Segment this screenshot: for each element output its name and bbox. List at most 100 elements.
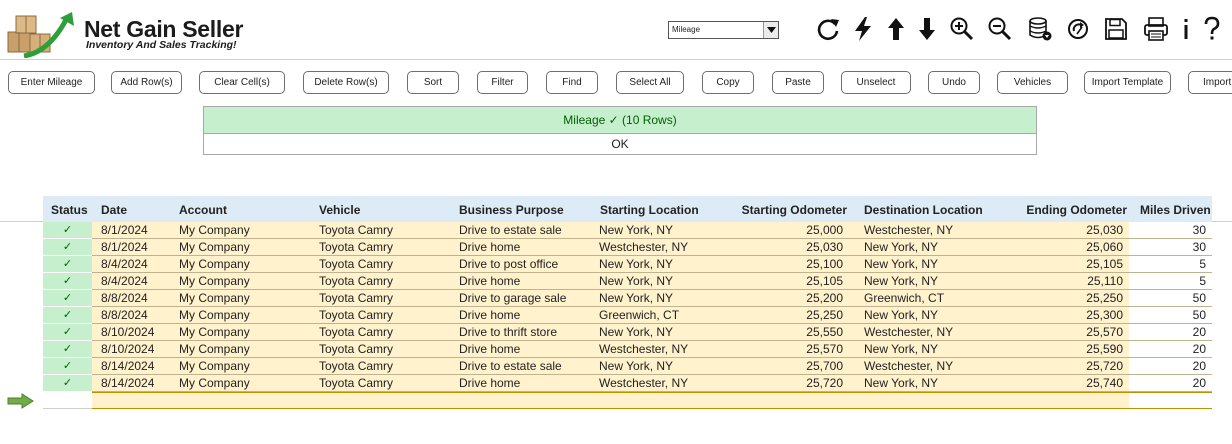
vehicle-cell[interactable]: Toyota Camry [319, 239, 393, 256]
col-miles-driven[interactable]: Miles Driven [1140, 196, 1211, 222]
starting-odometer-cell[interactable]: 25,100 [733, 256, 843, 273]
date-cell[interactable]: 8/1/2024 [101, 239, 148, 256]
account-cell[interactable]: My Company [179, 256, 250, 273]
vehicle-cell[interactable]: Toyota Camry [319, 290, 393, 307]
vehicle-cell[interactable]: Toyota Camry [319, 222, 393, 239]
ok-button[interactable]: OK [204, 134, 1036, 154]
starting-location-cell[interactable]: New York, NY [599, 256, 673, 273]
arrow-up-icon[interactable] [882, 14, 910, 44]
import-mileage-button[interactable]: Import M [1188, 71, 1232, 94]
destination-location-cell[interactable]: New York, NY [864, 273, 938, 290]
account-cell[interactable]: My Company [179, 341, 250, 358]
account-cell[interactable]: My Company [179, 290, 250, 307]
undo-button[interactable]: Undo [928, 71, 980, 94]
table-row[interactable]: ✓ 8/8/2024 My Company Toyota Camry Drive hom… [43, 307, 1212, 324]
ending-odometer-cell[interactable]: 25,570 [1003, 324, 1123, 341]
enter-mileage-button[interactable]: Enter Mileage [8, 71, 95, 94]
starting-location-cell[interactable]: Westchester, NY [599, 375, 688, 392]
paste-button[interactable]: Paste [772, 71, 824, 94]
sort-button[interactable]: Sort [407, 71, 459, 94]
business-purpose-cell[interactable]: Drive to garage sale [459, 290, 566, 307]
destination-location-cell[interactable]: New York, NY [864, 307, 938, 324]
starting-odometer-cell[interactable]: 25,550 [733, 324, 843, 341]
col-starting-location[interactable]: Starting Location [600, 196, 699, 222]
starting-location-cell[interactable]: New York, NY [599, 273, 673, 290]
status-cell[interactable]: ✓ [43, 358, 92, 375]
status-cell[interactable]: ✓ [43, 239, 92, 256]
refresh-icon[interactable] [814, 14, 842, 44]
date-cell[interactable]: 8/8/2024 [101, 307, 148, 324]
status-cell[interactable]: ✓ [43, 307, 92, 324]
lightning-icon[interactable] [849, 14, 877, 44]
print-icon[interactable] [1142, 14, 1170, 44]
business-purpose-cell[interactable]: Drive home [459, 341, 520, 358]
business-purpose-cell[interactable]: Drive home [459, 239, 520, 256]
starting-odometer-cell[interactable]: 25,720 [733, 375, 843, 392]
starting-location-cell[interactable]: New York, NY [599, 324, 673, 341]
table-row[interactable]: ✓ 8/14/2024 My Company Toyota Camry Drive ho… [43, 375, 1212, 392]
miles-driven-cell[interactable]: 5 [1129, 256, 1206, 273]
status-cell[interactable]: ✓ [43, 375, 92, 392]
status-cell[interactable]: ✓ [43, 256, 92, 273]
new-row-cells[interactable] [92, 392, 1129, 409]
starting-location-cell[interactable]: New York, NY [599, 222, 673, 239]
date-cell[interactable]: 8/14/2024 [101, 358, 154, 375]
zoom-out-icon[interactable] [986, 14, 1014, 44]
date-cell[interactable]: 8/4/2024 [101, 256, 148, 273]
miles-driven-cell[interactable]: 5 [1129, 273, 1206, 290]
table-row[interactable]: ✓ 8/14/2024 My Company Toyota Camry Drive to… [43, 358, 1212, 375]
starting-location-cell[interactable]: New York, NY [599, 358, 673, 375]
starting-odometer-cell[interactable]: 25,700 [733, 358, 843, 375]
help-icon[interactable] [1198, 14, 1226, 44]
business-purpose-cell[interactable]: Drive to post office [459, 256, 558, 273]
starting-odometer-cell[interactable]: 25,105 [733, 273, 843, 290]
destination-location-cell[interactable]: New York, NY [864, 239, 938, 256]
miles-driven-cell[interactable]: 20 [1129, 324, 1206, 341]
status-cell[interactable]: ✓ [43, 290, 92, 307]
col-date[interactable]: Date [101, 196, 127, 222]
destination-location-cell[interactable]: New York, NY [864, 375, 938, 392]
vehicles-button[interactable]: Vehicles [997, 71, 1068, 94]
ending-odometer-cell[interactable]: 25,740 [1003, 375, 1123, 392]
miles-driven-cell[interactable]: 30 [1129, 239, 1206, 256]
status-cell[interactable]: ✓ [43, 273, 92, 290]
new-row-status-cell[interactable] [43, 392, 92, 409]
vehicle-cell[interactable]: Toyota Camry [319, 273, 393, 290]
table-row[interactable]: ✓ 8/1/2024 My Company Toyota Camry Drive hom… [43, 239, 1212, 256]
clear-cells-button[interactable]: Clear Cell(s) [199, 71, 285, 94]
date-cell[interactable]: 8/8/2024 [101, 290, 148, 307]
new-row-miles-cell[interactable] [1129, 392, 1212, 409]
miles-driven-cell[interactable]: 50 [1129, 307, 1206, 324]
miles-driven-cell[interactable]: 20 [1129, 375, 1206, 392]
sheet-select[interactable]: Mileage [668, 21, 779, 39]
starting-odometer-cell[interactable]: 25,030 [733, 239, 843, 256]
destination-location-cell[interactable]: New York, NY [864, 256, 938, 273]
miles-driven-cell[interactable]: 20 [1129, 341, 1206, 358]
col-business-purpose[interactable]: Business Purpose [459, 196, 564, 222]
status-cell[interactable]: ✓ [43, 222, 92, 239]
account-cell[interactable]: My Company [179, 273, 250, 290]
filter-button[interactable]: Filter [477, 71, 528, 94]
table-row[interactable]: ✓ 8/1/2024 My Company Toyota Camry Drive to … [43, 222, 1212, 239]
destination-location-cell[interactable]: Greenwich, CT [864, 290, 944, 307]
table-row[interactable]: ✓ 8/4/2024 My Company Toyota Camry Drive hom… [43, 273, 1212, 290]
business-purpose-cell[interactable]: Drive home [459, 375, 520, 392]
import-template-button[interactable]: Import Template [1084, 71, 1171, 94]
vehicle-cell[interactable]: Toyota Camry [319, 358, 393, 375]
unselect-button[interactable]: Unselect [841, 71, 911, 94]
zoom-in-icon[interactable] [948, 14, 976, 44]
table-row[interactable]: ✓ 8/4/2024 My Company Toyota Camry Drive to … [43, 256, 1212, 273]
ending-odometer-cell[interactable]: 25,030 [1003, 222, 1123, 239]
table-row[interactable]: ✓ 8/10/2024 My Company Toyota Camry Drive ho… [43, 341, 1212, 358]
account-cell[interactable]: My Company [179, 307, 250, 324]
ending-odometer-cell[interactable]: 25,110 [1003, 273, 1123, 290]
new-entry-row[interactable] [43, 392, 1212, 410]
select-all-button[interactable]: Select All [616, 71, 684, 94]
add-rows-button[interactable]: Add Row(s) [111, 71, 182, 94]
copy-button[interactable]: Copy [702, 71, 754, 94]
destination-location-cell[interactable]: Westchester, NY [864, 324, 953, 341]
destination-location-cell[interactable]: New York, NY [864, 341, 938, 358]
col-starting-odometer[interactable]: Starting Odometer [733, 196, 847, 222]
account-cell[interactable]: My Company [179, 222, 250, 239]
starting-odometer-cell[interactable]: 25,200 [733, 290, 843, 307]
